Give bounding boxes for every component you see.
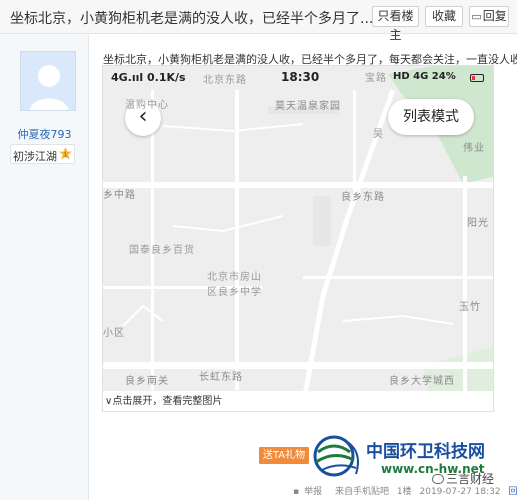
favorite-button[interactable]: 收藏 bbox=[425, 6, 463, 27]
reply-button-label: 回复 bbox=[482, 9, 507, 23]
wechat-icon bbox=[432, 474, 444, 484]
post-time: 2019-07-27 18:32 bbox=[419, 487, 501, 497]
watermark-title: 中国环卫科技网 bbox=[366, 442, 485, 462]
battery-icon bbox=[470, 74, 484, 82]
post-image[interactable]: 4G.ııl 0.1K/s 18:30 HD 4G 24% ‹ 列表模式 北京东… bbox=[102, 65, 494, 412]
map-label: 长虹东路 bbox=[199, 372, 243, 383]
list-mode-button: 列表模式 bbox=[388, 99, 474, 135]
username[interactable]: 仲夏夜793 bbox=[0, 126, 89, 142]
author-panel: 楼主 仲夏夜793 初涉江湖 1 bbox=[0, 35, 89, 500]
map-label: 阳光 bbox=[467, 218, 489, 229]
map-label: 玉竹 bbox=[459, 302, 481, 313]
avatar[interactable]: 楼主 bbox=[20, 51, 76, 111]
level-star-icon: 1 bbox=[59, 147, 72, 160]
post-source: 来自手机贴吧 bbox=[335, 487, 390, 497]
map-label: 良乡东路 bbox=[341, 192, 385, 203]
svg-text:1: 1 bbox=[64, 152, 68, 158]
send-gift-button[interactable]: 送TA礼物 bbox=[259, 447, 309, 464]
post-footer: ▪ 举报 来自手机贴吧 1楼 2019-07-27 18:32 回复 bbox=[293, 484, 517, 497]
level-name: 初涉江湖 bbox=[13, 150, 57, 163]
map-label: 北京东路 bbox=[203, 75, 247, 86]
level-badge[interactable]: 初涉江湖 1 bbox=[10, 144, 75, 164]
watermark-logo bbox=[313, 435, 359, 477]
report-label: 举报 bbox=[304, 487, 323, 497]
map-label: 温购中心 bbox=[125, 100, 169, 111]
map-label: 宝路 bbox=[365, 73, 387, 84]
map-label: 乡中路 bbox=[103, 190, 136, 201]
report-icon: ▪ bbox=[293, 487, 300, 497]
thread-title: 坐标北京，小黄狗柜机老是满的没人收，已经半个多月了... bbox=[10, 11, 374, 27]
map-label: 区良乡中学 bbox=[207, 287, 262, 298]
only-louzhu-button[interactable]: 只看楼主 bbox=[372, 6, 419, 42]
map-label: 良乡大学城西 bbox=[389, 376, 455, 387]
reply-button[interactable]: ▭回复 bbox=[469, 6, 509, 27]
expand-image-link[interactable]: ∨点击展开，查看完整图片 bbox=[103, 391, 493, 411]
network-status: HD 4G 24% bbox=[393, 71, 456, 82]
thread-header: 坐标北京，小黄狗柜机老是满的没人收，已经半个多月了... 只看楼主 收藏 ▭回复 bbox=[0, 0, 517, 42]
map-label: 小区 bbox=[103, 328, 125, 339]
signal-status: 4G.ııl 0.1K/s bbox=[111, 71, 186, 84]
status-time: 18:30 bbox=[281, 70, 320, 84]
reply-icon: ▭ bbox=[471, 10, 482, 23]
map-label: 昊 bbox=[373, 129, 384, 140]
map-label: 莫天温泉家园 bbox=[275, 101, 341, 112]
phone-status-bar: 4G.ııl 0.1K/s 18:30 HD 4G 24% bbox=[103, 66, 493, 90]
footer-reply-link[interactable]: 回复 bbox=[508, 487, 517, 497]
map-label: 良乡南关 bbox=[125, 376, 169, 387]
map-label: 伟业 bbox=[463, 143, 485, 154]
map-label: 国泰良乡百货 bbox=[129, 245, 195, 256]
report-link[interactable]: ▪ 举报 bbox=[293, 487, 327, 497]
floor-number: 1楼 bbox=[396, 487, 412, 497]
map-label: 北京市房山 bbox=[207, 272, 262, 283]
